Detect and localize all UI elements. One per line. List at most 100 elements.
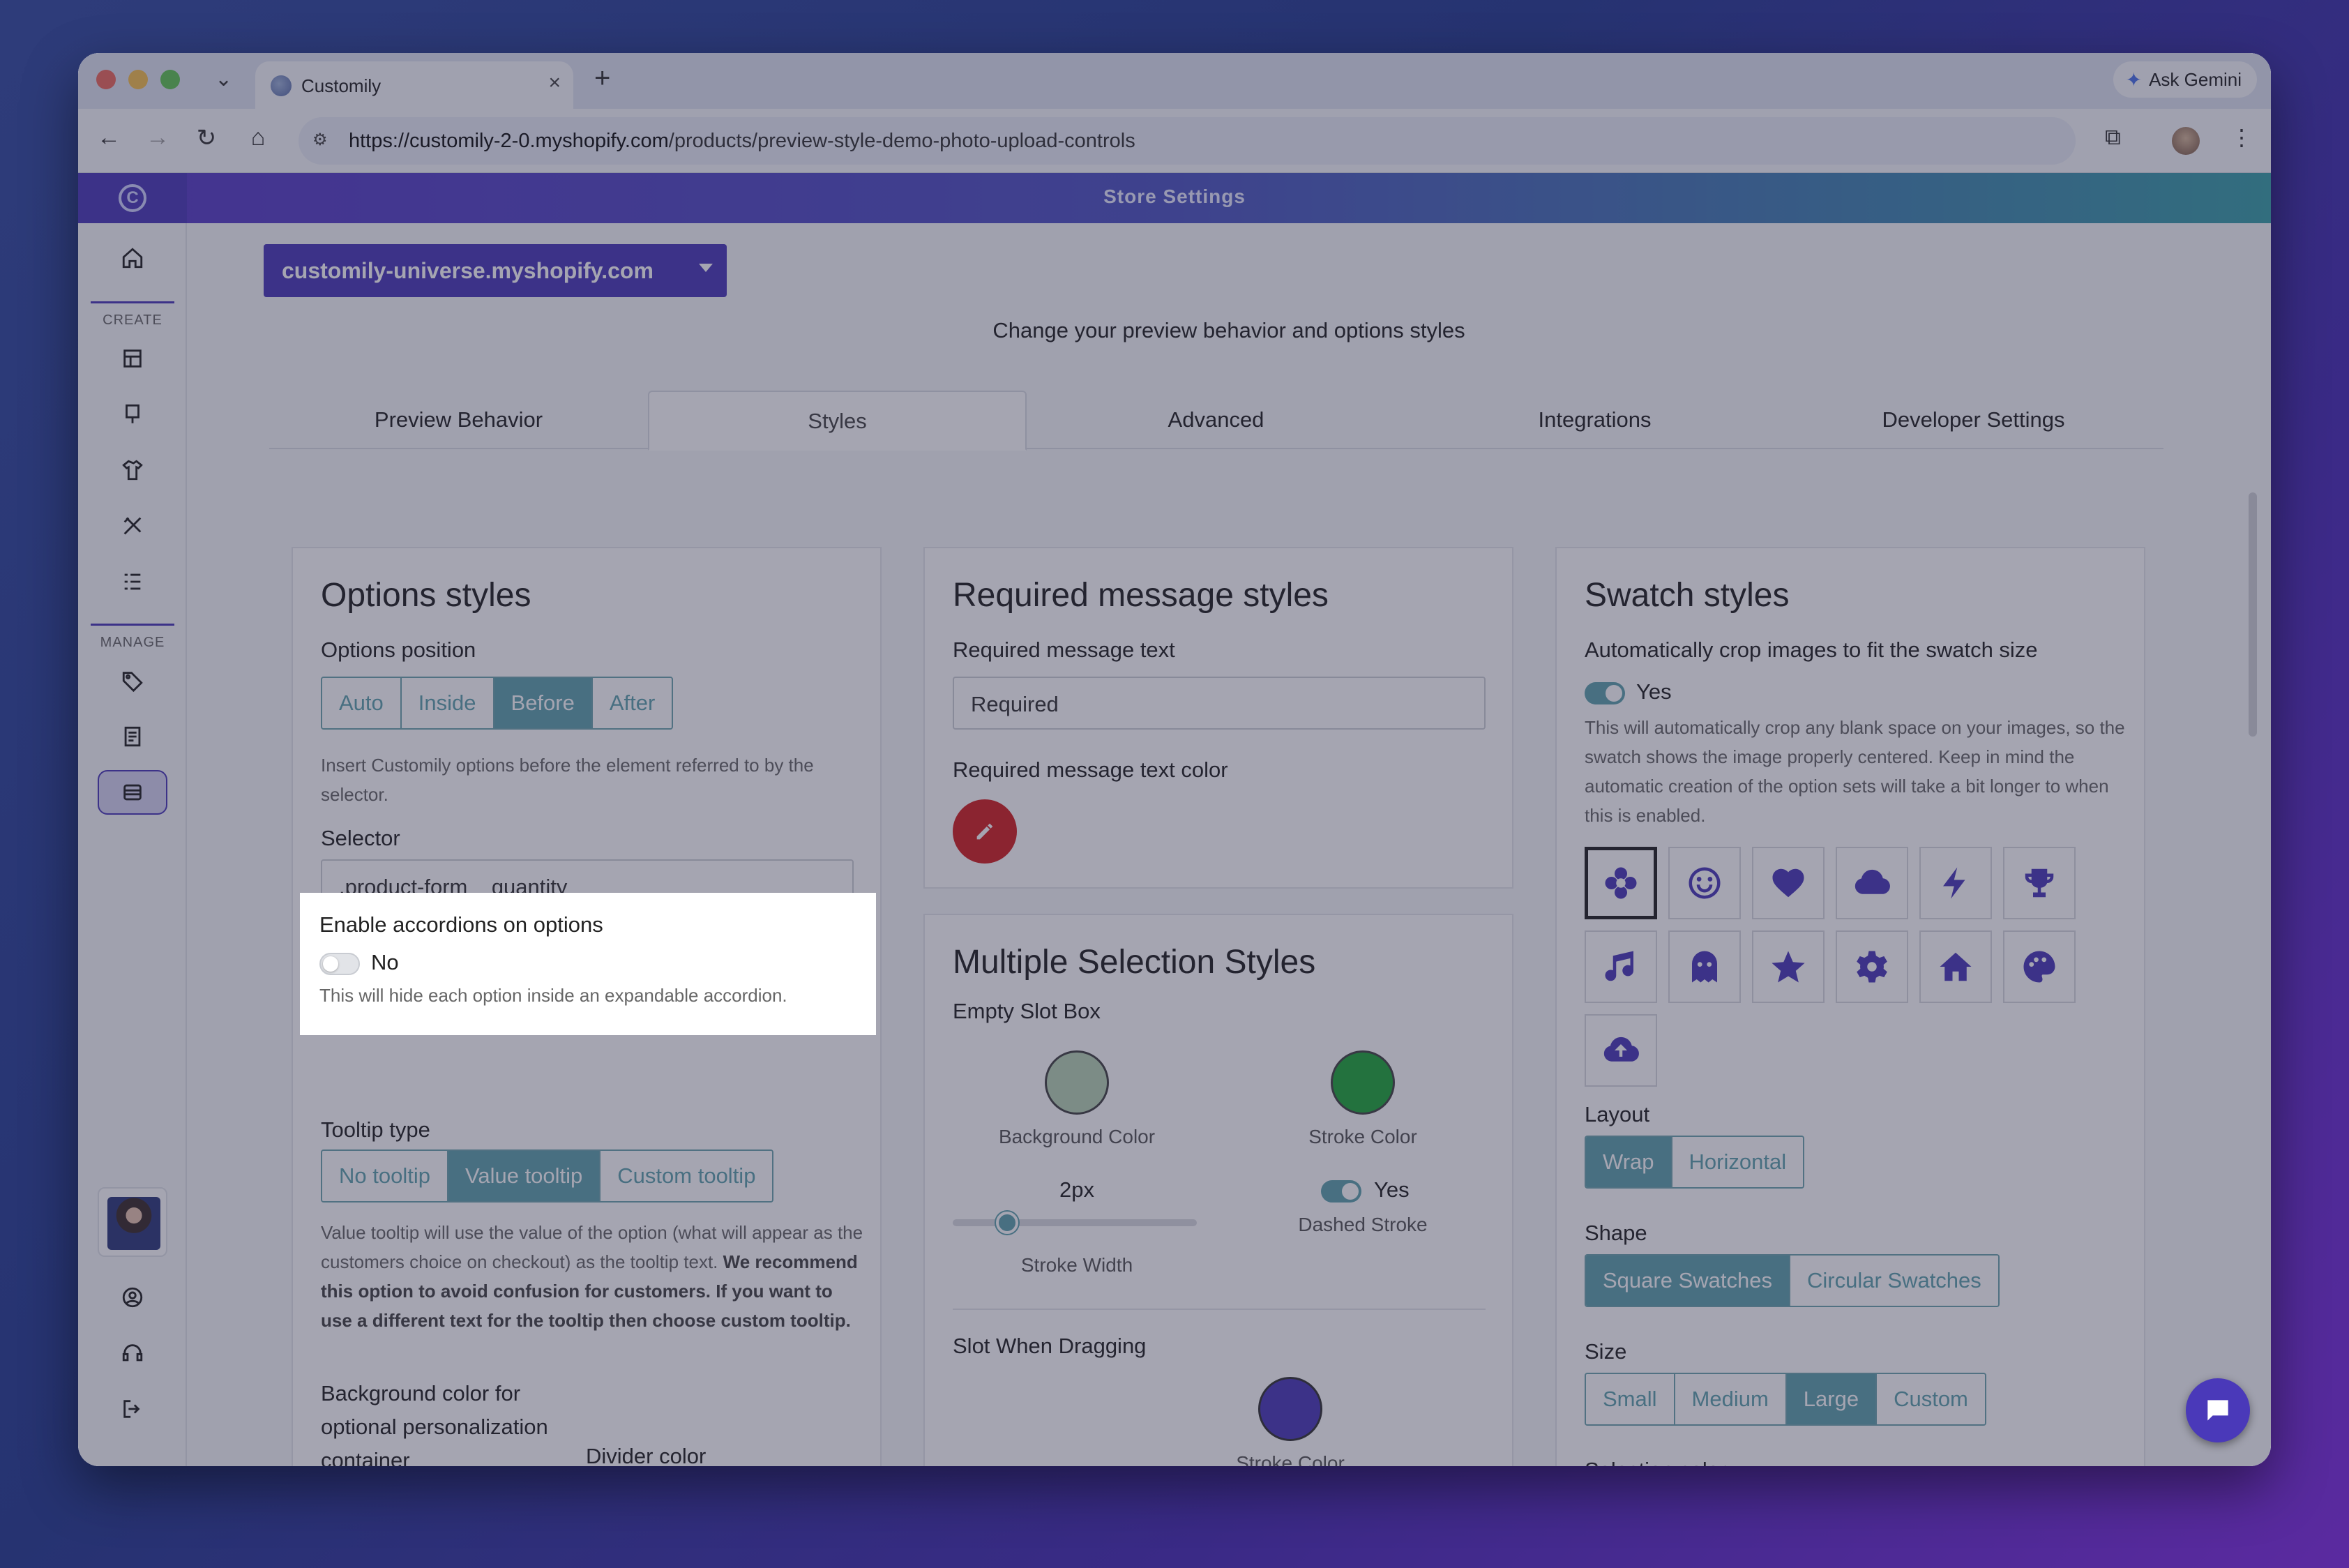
divider (953, 1309, 1486, 1310)
tab-close-icon[interactable]: × (548, 71, 561, 95)
sidebar-option-sets[interactable] (98, 559, 167, 604)
accordion-spotlight: Enable accordions on options No This wil… (300, 893, 876, 1035)
url-text[interactable]: https://customily-2-0.myshopify.com/prod… (349, 130, 1135, 153)
app-area: Store Settings C CREATE MANAGE customily… (78, 173, 2271, 1466)
browser-tab[interactable]: Customily × (255, 61, 573, 109)
frame-icon (126, 404, 139, 423)
required-color-picker[interactable] (953, 799, 1017, 864)
tooltip-none[interactable]: No tooltip (322, 1151, 448, 1201)
size-medium[interactable]: Medium (1675, 1374, 1787, 1424)
crop-toggle[interactable] (1585, 682, 1625, 704)
shape-circular[interactable]: Circular Swatches (1790, 1256, 1998, 1306)
address-bar[interactable]: ⚙ https://customily-2-0.myshopify.com/pr… (299, 117, 2076, 165)
home-icon[interactable]: ⌂ (241, 124, 275, 151)
sidebar-templates[interactable] (98, 336, 167, 381)
empty-slot-label: Empty Slot Box (953, 999, 1101, 1023)
swatch-upload[interactable] (1585, 1014, 1657, 1087)
tooltip-type-label: Tooltip type (321, 1117, 430, 1142)
empty-slot-stroke-color-picker[interactable] (1331, 1050, 1395, 1115)
sidebar-products[interactable] (98, 448, 167, 492)
position-after[interactable]: After (592, 678, 672, 728)
options-position-help: Insert Customily options before the elem… (321, 755, 814, 805)
divider-color-label: Divider color (586, 1444, 707, 1466)
layout-horizontal[interactable]: Horizontal (1672, 1137, 1804, 1187)
swatch-palette[interactable] (2003, 930, 2076, 1003)
sidebar-tags[interactable] (98, 658, 167, 703)
customily-logo[interactable]: C (78, 173, 187, 223)
tab-search-chevron-icon[interactable]: ⌄ (215, 67, 232, 91)
accordion-toggle[interactable] (319, 953, 360, 975)
crop-label: Automatically crop images to fit the swa… (1585, 638, 2038, 662)
stroke-width-slider[interactable] (953, 1219, 1197, 1226)
shape-square[interactable]: Square Swatches (1586, 1256, 1790, 1306)
minimize-window-button[interactable] (128, 70, 148, 89)
new-tab-button[interactable]: + (594, 63, 610, 94)
maximize-window-button[interactable] (160, 70, 180, 89)
customily-favicon-icon (271, 75, 292, 96)
position-before[interactable]: Before (494, 678, 593, 728)
swatch-trophy[interactable] (2003, 847, 2076, 919)
sidebar-design-tools[interactable] (98, 504, 167, 548)
tab-styles[interactable]: Styles (648, 391, 1027, 451)
chat-button[interactable] (2186, 1378, 2250, 1442)
swatch-heart[interactable] (1752, 847, 1825, 919)
swatch-music[interactable] (1585, 930, 1657, 1003)
sidebar-store-settings[interactable] (98, 770, 167, 815)
accordion-value: No (371, 950, 399, 974)
menu-dots-icon[interactable]: ⋮ (2230, 124, 2253, 151)
tab-integrations[interactable]: Integrations (1405, 391, 1784, 449)
sidebar-divider (91, 624, 174, 626)
size-large[interactable]: Large (1786, 1374, 1878, 1424)
position-inside[interactable]: Inside (401, 678, 494, 728)
inner-scrollbar[interactable] (2249, 492, 2257, 737)
required-text-input[interactable]: Required (953, 677, 1486, 730)
swatch-star[interactable] (1752, 930, 1825, 1003)
tab-preview-behavior[interactable]: Preview Behavior (269, 391, 648, 449)
flower-icon (1605, 867, 1637, 899)
dashed-stroke-toggle[interactable] (1321, 1180, 1361, 1203)
sidebar-account[interactable] (98, 1275, 167, 1320)
swatch-smiley[interactable] (1668, 847, 1741, 919)
dragging-stroke-color-picker[interactable] (1258, 1377, 1322, 1441)
tooltip-custom[interactable]: Custom tooltip (601, 1151, 773, 1201)
ask-gemini-button[interactable]: ✦ Ask Gemini (2113, 61, 2257, 98)
store-selector[interactable]: customily-universe.myshopify.com (264, 244, 727, 297)
stroke-width-slider-handle[interactable] (996, 1212, 1018, 1234)
user-avatar[interactable] (98, 1187, 167, 1257)
swatch-home[interactable] (1919, 930, 1992, 1003)
close-window-button[interactable] (96, 70, 116, 89)
swatch-cloud[interactable] (1836, 847, 1908, 919)
swatch-flower[interactable] (1585, 847, 1657, 919)
stroke-width-value: 2px (1059, 1177, 1094, 1202)
sidebar: C CREATE MANAGE (78, 173, 187, 1466)
reload-icon[interactable]: ↻ (190, 124, 223, 152)
sidebar-mockups[interactable] (98, 392, 167, 437)
swatch-bolt[interactable] (1919, 847, 1992, 919)
tooltip-help: Value tooltip will use the value of the … (321, 1218, 865, 1335)
user-circle-icon (122, 1287, 143, 1308)
size-custom[interactable]: Custom (1877, 1374, 1985, 1424)
size-small[interactable]: Small (1586, 1374, 1675, 1424)
layout-wrap[interactable]: Wrap (1586, 1137, 1672, 1187)
position-auto[interactable]: Auto (322, 678, 402, 728)
tag-icon (122, 672, 143, 693)
tab-developer-settings[interactable]: Developer Settings (1784, 391, 2163, 449)
home-icon (122, 248, 143, 269)
sidebar-home[interactable] (98, 236, 167, 280)
swatch-gear[interactable] (1836, 930, 1908, 1003)
shape-segmented: Square Swatches Circular Swatches (1585, 1254, 2000, 1307)
caret-down-icon (699, 264, 713, 272)
profile-avatar[interactable] (2172, 127, 2200, 155)
empty-slot-bg-color-picker[interactable] (1045, 1050, 1109, 1115)
sidebar-logout[interactable] (98, 1387, 167, 1431)
back-arrow-icon[interactable]: ← (92, 124, 126, 151)
tab-advanced[interactable]: Advanced (1027, 391, 1405, 449)
selection-color-label: Selection color (1585, 1458, 1726, 1466)
site-info-icon[interactable]: ⚙ (312, 130, 335, 152)
extensions-icon[interactable]: ⧉ (2105, 124, 2121, 151)
forward-arrow-icon[interactable]: → (141, 124, 174, 151)
tooltip-value[interactable]: Value tooltip (448, 1151, 601, 1201)
swatch-ghost[interactable] (1668, 930, 1741, 1003)
sidebar-support[interactable] (98, 1331, 167, 1375)
sidebar-orders[interactable] (98, 714, 167, 759)
